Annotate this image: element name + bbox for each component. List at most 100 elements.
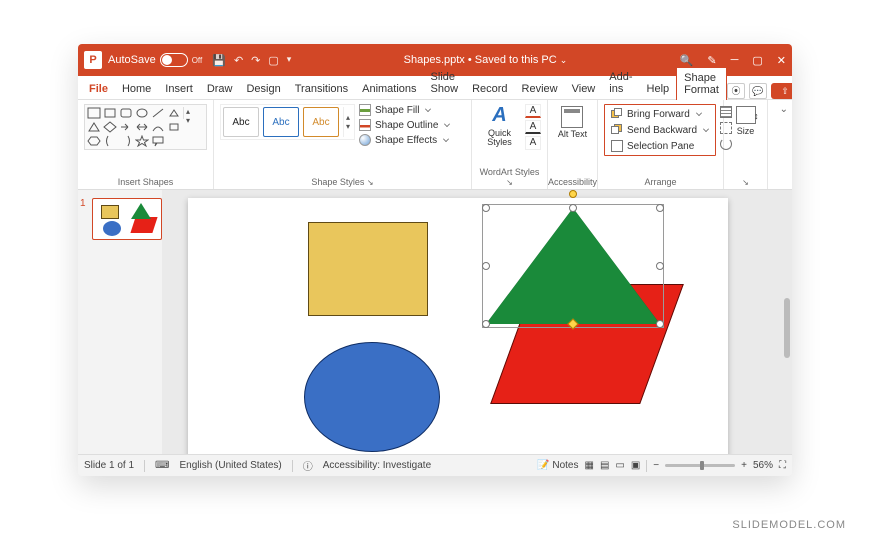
zoom-in-button[interactable]: + (741, 460, 747, 471)
tab-draw[interactable]: Draw (200, 79, 240, 99)
tab-view[interactable]: View (565, 79, 603, 99)
style-preset-3[interactable]: Abc (303, 107, 339, 137)
fit-to-window-button[interactable]: ⛶ (779, 460, 786, 471)
shape-effects-button[interactable]: Shape Effects (359, 134, 450, 146)
arrange-highlight: Bring Forward Send Backward Selection Pa… (604, 104, 716, 156)
normal-view-icon[interactable]: ▦ (584, 460, 593, 471)
pen-icon[interactable]: ✎ (707, 54, 716, 67)
tab-addins[interactable]: Add-ins (602, 67, 639, 99)
zoom-value[interactable]: 56% (753, 460, 773, 471)
notes-button[interactable]: 📝 Notes (537, 460, 578, 471)
zoom-out-button[interactable]: − (653, 460, 659, 471)
text-fill-button[interactable]: A (525, 104, 541, 118)
shape-diamond-icon[interactable] (103, 121, 117, 133)
shape-circle[interactable] (304, 342, 440, 452)
tab-slideshow[interactable]: Slide Show (424, 67, 466, 99)
shape-more-icon[interactable] (167, 107, 181, 119)
resize-handle-nw[interactable] (482, 204, 490, 212)
shape-brace-icon[interactable] (103, 135, 117, 147)
shape-textbox-icon[interactable] (87, 107, 101, 119)
style-preset-1[interactable]: Abc (223, 107, 259, 137)
shape-brace2-icon[interactable] (119, 135, 133, 147)
shape-outline-button[interactable]: Shape Outline (359, 119, 450, 131)
autosave[interactable]: AutoSave Off (108, 53, 202, 67)
chevron-down-icon[interactable]: ⌄ (560, 55, 568, 65)
shape-fill-button[interactable]: Shape Fill (359, 104, 450, 116)
vertical-scrollbar[interactable] (784, 298, 790, 358)
shape-rounded-icon[interactable] (119, 107, 133, 119)
zoom-slider[interactable] (665, 464, 735, 467)
maximize-button[interactable]: ▢ (752, 54, 762, 67)
shape-rect-icon[interactable] (103, 107, 117, 119)
alt-text-button[interactable]: Alt Text (558, 104, 587, 139)
tab-help[interactable]: Help (640, 79, 677, 99)
resize-handle-n[interactable] (569, 204, 577, 212)
shape-triangle-selected[interactable] (486, 208, 660, 324)
style-gallery-more[interactable]: ▴▾ (343, 107, 352, 137)
shape-rectangle[interactable] (308, 222, 428, 316)
slide-canvas[interactable] (188, 198, 728, 454)
autosave-toggle[interactable] (160, 53, 188, 67)
present-icon[interactable]: ▢ (268, 54, 278, 67)
tab-animations[interactable]: Animations (355, 79, 423, 99)
language-status[interactable]: English (United States) (179, 460, 281, 471)
ribbon-collapse[interactable]: ⌄ (768, 100, 792, 189)
resize-handle-sw[interactable] (482, 320, 490, 328)
tab-file[interactable]: File (82, 79, 115, 99)
tab-shape-format[interactable]: Shape Format (676, 67, 727, 100)
comments-icon[interactable]: 💬 (749, 83, 767, 99)
divider (144, 460, 145, 472)
shape-callout-icon[interactable] (151, 135, 165, 147)
search-icon[interactable]: 🔍 (680, 54, 694, 67)
minimize-button[interactable]: ─ (731, 54, 739, 66)
shape-edit-icon[interactable]: ▴▾ (183, 107, 197, 119)
tab-record[interactable]: Record (465, 79, 514, 99)
shape-line-icon[interactable] (151, 107, 165, 119)
resize-handle-w[interactable] (482, 262, 490, 270)
tab-design[interactable]: Design (239, 79, 287, 99)
tab-review[interactable]: Review (515, 79, 565, 99)
shape-flow-icon[interactable] (167, 121, 181, 133)
slide-counter[interactable]: Slide 1 of 1 (84, 460, 134, 471)
redo-icon[interactable]: ↷ (251, 54, 260, 67)
slide-stage[interactable] (162, 190, 792, 454)
selection-pane-button[interactable]: Selection Pane (609, 139, 711, 153)
resize-handle-e[interactable] (656, 262, 664, 270)
shapes-gallery[interactable]: ▴▾ (84, 104, 207, 150)
style-preset-2[interactable]: Abc (263, 107, 299, 137)
resize-handle-ne[interactable] (656, 204, 664, 212)
resize-handle-se[interactable] (656, 320, 664, 328)
reading-view-icon[interactable]: ▭ (615, 460, 624, 471)
share-button[interactable]: ⇧ (771, 83, 792, 99)
undo-icon[interactable]: ↶ (234, 54, 243, 67)
size-button[interactable]: ↕ Size (736, 104, 756, 136)
camera-icon[interactable]: ⦿ (727, 83, 745, 99)
shape-star-icon[interactable] (135, 135, 149, 147)
qat-more-icon[interactable]: ▾ (287, 54, 292, 67)
quick-styles-button[interactable]: Quick Styles (478, 129, 521, 147)
rotate-handle[interactable] (569, 190, 577, 198)
shape-triangle-icon[interactable] (87, 121, 101, 133)
save-icon[interactable]: 💾 (212, 54, 226, 67)
slide-thumbnail-1[interactable]: 1 (84, 198, 156, 240)
bring-forward-button[interactable]: Bring Forward (609, 107, 711, 121)
size-icon: ↕ (736, 106, 756, 124)
shape-conn-icon[interactable] (151, 121, 165, 133)
slideshow-view-icon[interactable]: ▣ (631, 460, 640, 471)
accessibility-status[interactable]: Accessibility: Investigate (323, 460, 431, 471)
tab-home[interactable]: Home (115, 79, 158, 99)
shape-hex-icon[interactable] (87, 135, 101, 147)
wordart-A-icon[interactable]: A (492, 104, 506, 127)
sorter-view-icon[interactable]: ▤ (600, 460, 609, 471)
text-effects-button[interactable]: A (525, 136, 541, 150)
close-button[interactable]: ✕ (777, 54, 786, 67)
thumbnail-pane[interactable]: 1 (78, 190, 162, 454)
tab-transitions[interactable]: Transitions (288, 79, 355, 99)
shape-ellipse-icon[interactable] (135, 107, 149, 119)
group-insert-shapes: ▴▾ Insert Shapes (78, 100, 214, 189)
shape-darrow-icon[interactable] (135, 121, 149, 133)
shape-arrow-icon[interactable] (119, 121, 133, 133)
tab-insert[interactable]: Insert (158, 79, 200, 99)
send-backward-button[interactable]: Send Backward (609, 123, 711, 137)
text-outline-button[interactable]: A (525, 120, 541, 134)
